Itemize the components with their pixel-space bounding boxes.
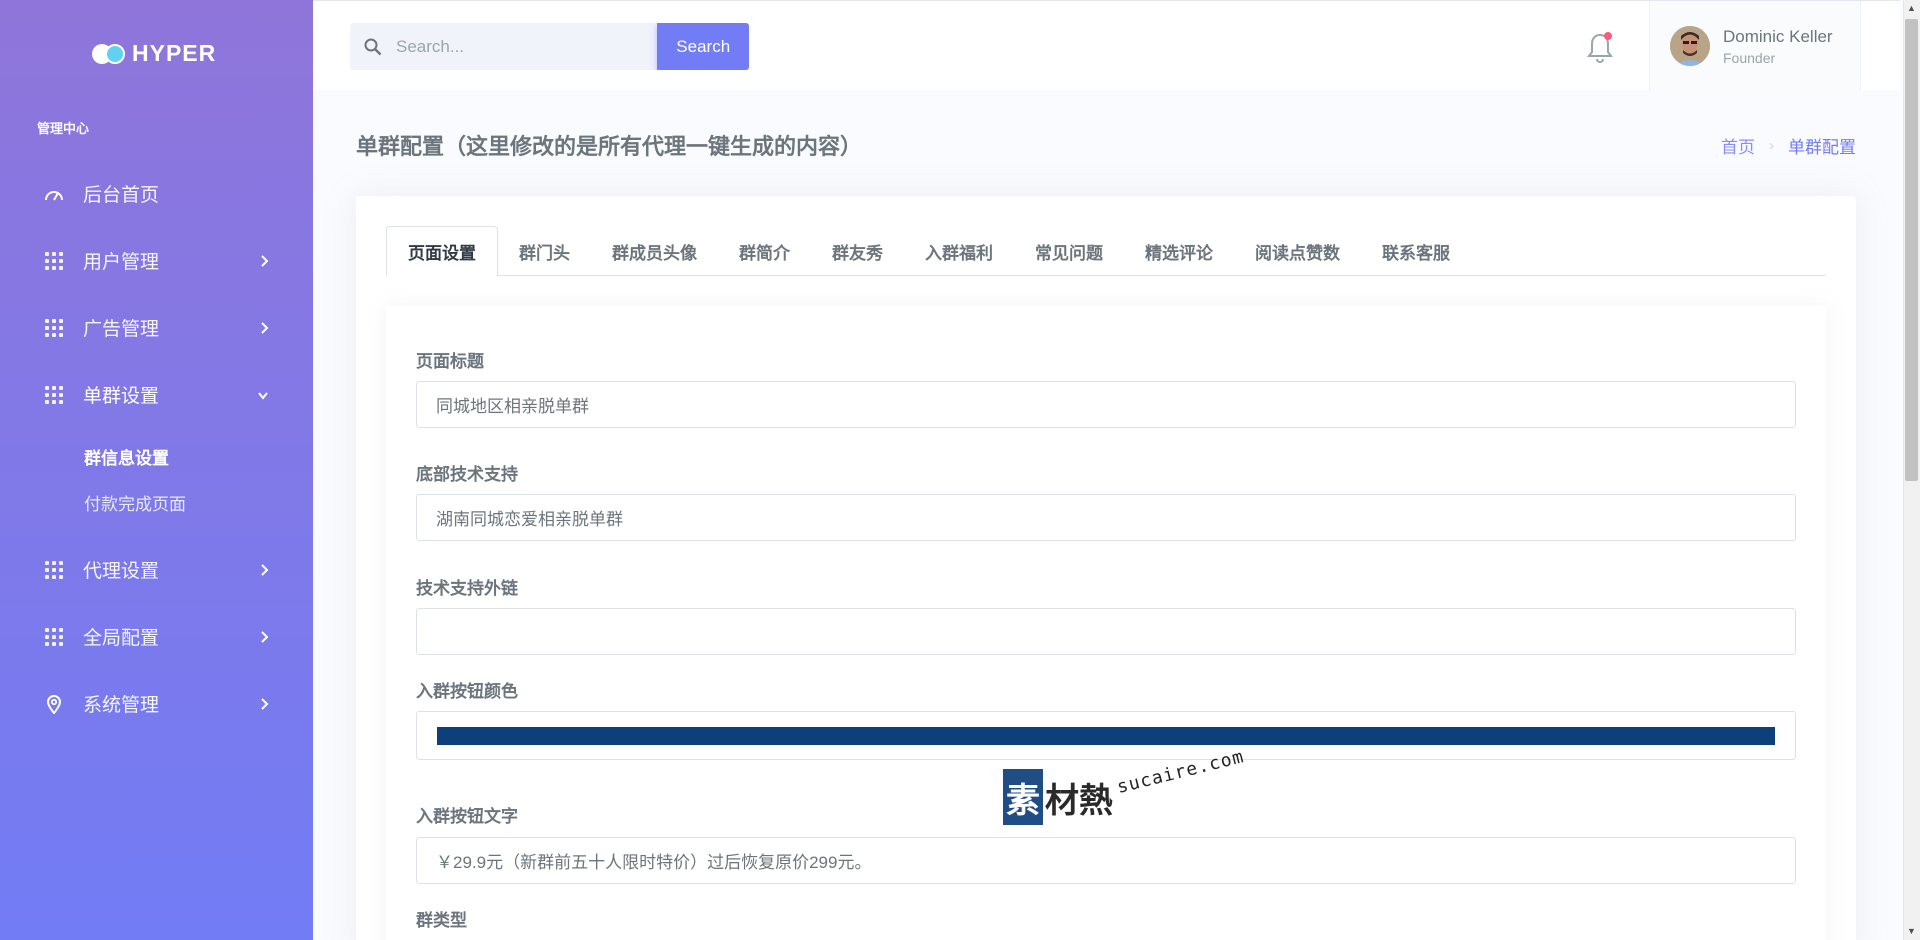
chevron-right-icon bbox=[261, 321, 269, 334]
sidebar-item-label: 单群设置 bbox=[83, 386, 160, 407]
support-link-label: 技术支持外链 bbox=[416, 579, 518, 598]
button-text-label: 入群按钮文字 bbox=[416, 807, 518, 826]
search-input[interactable] bbox=[396, 36, 636, 57]
submenu-item-payment-page[interactable]: 付款完成页面 bbox=[84, 482, 313, 528]
config-card: 页面设置 群门头 群成员头像 群简介 群友秀 入群福利 常见问题 精选评论 阅读… bbox=[356, 196, 1856, 940]
breadcrumb: 首页 › 单群配置 bbox=[1721, 133, 1856, 158]
grid-icon bbox=[44, 560, 64, 580]
map-pin-icon bbox=[44, 694, 64, 714]
tab-group-intro[interactable]: 群简介 bbox=[718, 226, 811, 276]
sidebar-item-label: 广告管理 bbox=[83, 319, 160, 340]
sidebar-item-global-config[interactable]: 全局配置 bbox=[0, 603, 313, 670]
sidebar-item-label: 代理设置 bbox=[83, 561, 160, 582]
grid-icon bbox=[44, 318, 64, 338]
footer-support-label: 底部技术支持 bbox=[416, 465, 518, 484]
grid-icon bbox=[44, 251, 64, 271]
tab-contact-support[interactable]: 联系客服 bbox=[1361, 226, 1471, 276]
sidebar-item-users[interactable]: 用户管理 bbox=[0, 227, 313, 294]
button-color-label: 入群按钮颜色 bbox=[416, 682, 518, 701]
page-title-label: 页面标题 bbox=[416, 352, 484, 371]
sidebar-item-label: 后台首页 bbox=[83, 185, 160, 206]
grid-icon bbox=[44, 627, 64, 647]
sidebar-item-label: 用户管理 bbox=[83, 252, 160, 273]
color-swatch bbox=[437, 727, 1775, 745]
page-scrollbar[interactable]: ▲ ▼ bbox=[1903, 0, 1920, 940]
breadcrumb-current: 单群配置 bbox=[1788, 138, 1856, 157]
form-panel: 页面标题 底部技术支持 技术支持外链 入群按钮颜色 入群按钮文字 群类型 bbox=[386, 306, 1826, 940]
sidebar: HYPER 管理中心 后台首页 用户管理 广告管理 单群设置 群信息设置 付款完 bbox=[0, 0, 313, 940]
scrollbar-thumb[interactable] bbox=[1905, 19, 1918, 481]
search-bar: Search bbox=[350, 23, 749, 70]
topbar: Search Dominic Keller Founder bbox=[313, 0, 1900, 91]
sidebar-submenu: 群信息设置 付款完成页面 bbox=[0, 428, 313, 536]
tab-featured-comments[interactable]: 精选评论 bbox=[1124, 226, 1234, 276]
notification-bell-icon[interactable] bbox=[1585, 31, 1615, 63]
breadcrumb-separator-icon: › bbox=[1769, 137, 1774, 154]
tab-page-settings[interactable]: 页面设置 bbox=[386, 226, 498, 277]
search-button[interactable]: Search bbox=[657, 23, 749, 70]
footer-support-input[interactable] bbox=[416, 494, 1796, 541]
menu-section-title: 管理中心 bbox=[37, 121, 90, 136]
chevron-right-icon bbox=[261, 630, 269, 643]
page-title-input[interactable] bbox=[416, 381, 1796, 428]
page-title: 单群配置（这里修改的是所有代理一键生成的内容） bbox=[356, 134, 863, 159]
chevron-right-icon bbox=[261, 697, 269, 710]
tab-member-show[interactable]: 群友秀 bbox=[811, 226, 904, 276]
breadcrumb-home[interactable]: 首页 bbox=[1721, 133, 1755, 158]
button-text-input[interactable] bbox=[416, 837, 1796, 884]
user-name: Dominic Keller bbox=[1723, 26, 1833, 46]
dashboard-icon bbox=[44, 184, 64, 204]
chevron-down-icon bbox=[258, 391, 268, 400]
brand-logo[interactable]: HYPER bbox=[92, 40, 216, 67]
sidebar-item-dashboard[interactable]: 后台首页 bbox=[0, 160, 313, 227]
avatar bbox=[1670, 26, 1710, 66]
watermark: 素 材熱 sucaire.com bbox=[1003, 746, 1253, 827]
search-field bbox=[350, 23, 658, 70]
button-color-picker[interactable] bbox=[416, 711, 1796, 760]
sidebar-menu: 后台首页 用户管理 广告管理 单群设置 群信息设置 付款完成页面 代理设置 全局… bbox=[0, 160, 313, 737]
tab-join-benefits[interactable]: 入群福利 bbox=[904, 226, 1014, 276]
sidebar-item-agent-settings[interactable]: 代理设置 bbox=[0, 536, 313, 603]
sidebar-item-ads[interactable]: 广告管理 bbox=[0, 294, 313, 361]
tab-read-likes[interactable]: 阅读点赞数 bbox=[1234, 226, 1361, 276]
group-type-label: 群类型 bbox=[416, 911, 467, 930]
search-icon bbox=[364, 38, 382, 55]
sidebar-item-group-settings[interactable]: 单群设置 bbox=[0, 361, 313, 428]
tab-bar: 页面设置 群门头 群成员头像 群简介 群友秀 入群福利 常见问题 精选评论 阅读… bbox=[386, 226, 1826, 277]
grid-icon bbox=[44, 385, 64, 405]
chevron-right-icon bbox=[261, 254, 269, 267]
support-link-input[interactable] bbox=[416, 608, 1796, 655]
sidebar-item-system[interactable]: 系统管理 bbox=[0, 670, 313, 737]
chevron-right-icon bbox=[261, 563, 269, 576]
submenu-item-group-info[interactable]: 群信息设置 bbox=[84, 436, 313, 482]
scroll-down-icon[interactable]: ▼ bbox=[1907, 927, 1916, 936]
logo-text: HYPER bbox=[132, 40, 217, 66]
tab-member-avatars[interactable]: 群成员头像 bbox=[591, 226, 718, 276]
tab-faq[interactable]: 常见问题 bbox=[1014, 226, 1124, 276]
watermark-logo: 素 bbox=[1003, 769, 1043, 825]
notification-badge bbox=[1604, 32, 1612, 40]
logo-icon bbox=[92, 43, 126, 65]
sidebar-item-label: 全局配置 bbox=[83, 628, 160, 649]
sidebar-item-label: 系统管理 bbox=[83, 695, 160, 716]
watermark-text: 材熱 bbox=[1045, 781, 1113, 821]
user-role: Founder bbox=[1723, 49, 1776, 66]
tab-group-header[interactable]: 群门头 bbox=[498, 226, 591, 276]
user-profile[interactable]: Dominic Keller Founder bbox=[1649, 1, 1861, 91]
scroll-up-icon[interactable]: ▲ bbox=[1907, 4, 1916, 13]
